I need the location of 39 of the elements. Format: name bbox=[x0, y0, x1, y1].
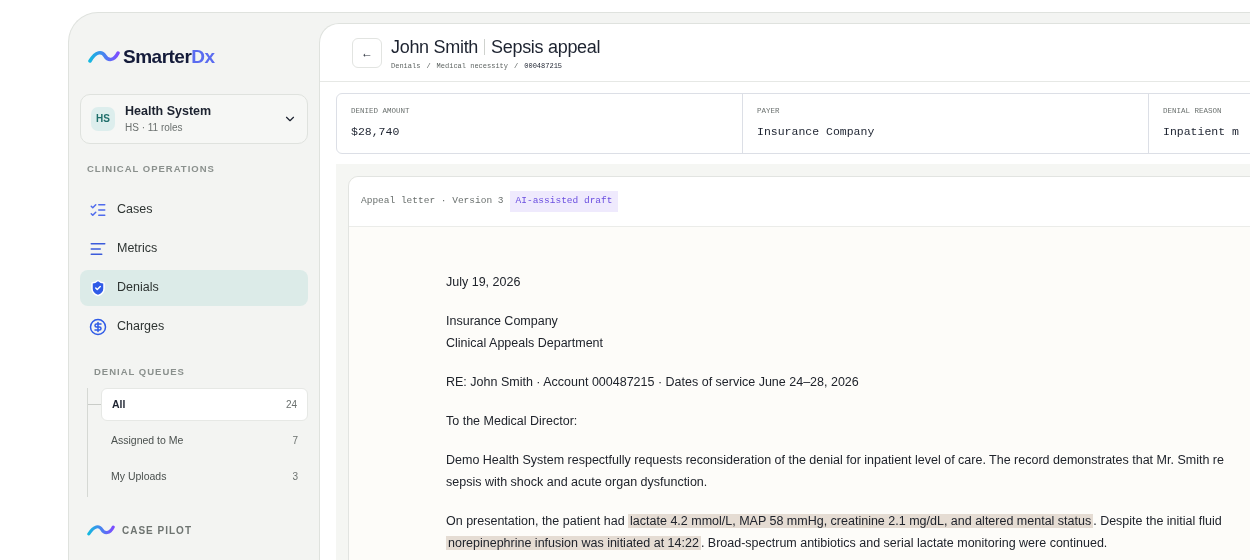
patient-name: John Smith bbox=[391, 35, 479, 59]
letter-text: Clinical Appeals Department bbox=[446, 336, 604, 350]
letter-caption: Appeal letter · Version 3 bbox=[361, 194, 504, 209]
letter-text: Demo Health System respectfully requests reconsideration of the denial for inpatient level of care. The record demonstrates that Mr. Smith re bbox=[446, 453, 1224, 467]
ai-draft-badge: AI-assisted draft bbox=[509, 191, 619, 212]
shield-check-icon bbox=[89, 278, 107, 297]
section-label: DENIAL QUEUES bbox=[94, 364, 186, 379]
queue-item[interactable]: My Uploads 3 bbox=[101, 460, 308, 493]
letter-text: RE: John Smith · Account 000487215 · Dates of service June 24–28, 2026 bbox=[446, 375, 859, 389]
org-name: Health System bbox=[125, 102, 213, 120]
case-pilot-label: CASE PILOT bbox=[122, 524, 192, 538]
page-title: Sepsis appeal bbox=[491, 35, 601, 59]
nav-item[interactable]: Cases bbox=[80, 191, 308, 228]
letter-text: To the Medical Director: bbox=[446, 414, 578, 428]
section-label: CLINICAL OPERATIONS bbox=[87, 161, 216, 176]
highlighted-text: norepinephrine infusion was initiated at 14:22 bbox=[446, 536, 701, 550]
metric-value: $28,740 bbox=[351, 124, 401, 141]
letter-text: sepsis with shock and acute organ dysfunction. bbox=[446, 475, 708, 489]
queue-item[interactable]: Assigned to Me 7 bbox=[101, 424, 308, 457]
dollar-icon bbox=[89, 317, 107, 336]
highlighted-text: lactate 4.2 mmol/L, MAP 58 mmHg, creatinine 2.1 mg/dL, and altered mental status bbox=[628, 514, 1094, 528]
logo-wave-icon bbox=[88, 49, 120, 66]
queue-item[interactable]: All 24 bbox=[101, 388, 308, 421]
letter-text: Insurance Company bbox=[446, 314, 558, 328]
org-avatar: HS bbox=[91, 106, 115, 131]
letter-text: . Broad-spectrum antibiotics and serial lactate monitoring were continued. bbox=[700, 536, 1108, 550]
metric-value: Insurance Company bbox=[757, 124, 876, 141]
nav-item[interactable]: Charges bbox=[80, 308, 308, 345]
wave-icon bbox=[87, 524, 115, 537]
letter-text: . Despite the initial fluid bbox=[1093, 514, 1222, 528]
letter-text: On presentation, the patient had bbox=[446, 514, 626, 528]
brand-logo: SmarterDx bbox=[123, 45, 215, 69]
metric-value: Inpatient m bbox=[1163, 124, 1240, 141]
nav-item[interactable]: Metrics bbox=[80, 230, 308, 267]
nav-item[interactable]: Denials bbox=[80, 269, 308, 306]
letter-text: July 19, 2026 bbox=[446, 275, 521, 289]
org-subtitle: HS · 11 roles bbox=[125, 121, 184, 136]
back-button[interactable]: ← bbox=[352, 37, 382, 68]
org-selector[interactable]: HS Health System HS · 11 roles bbox=[80, 93, 308, 144]
